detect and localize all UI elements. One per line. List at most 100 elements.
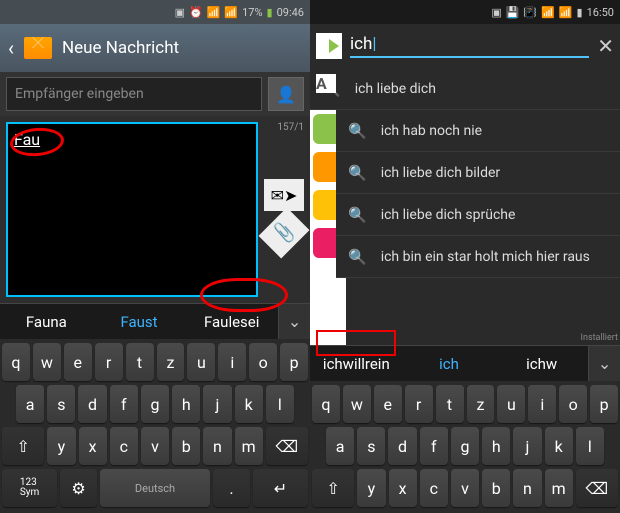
key-shift[interactable]: ⇧ — [2, 427, 44, 465]
key-q[interactable]: q — [2, 343, 30, 381]
key-d[interactable]: d — [78, 385, 106, 423]
suggestion-2[interactable]: Faust — [93, 313, 186, 331]
key-t[interactable]: t — [436, 385, 464, 423]
key-k[interactable]: k — [545, 427, 573, 465]
key-settings[interactable]: ⚙ — [60, 469, 97, 507]
app-header: ‹ Neue Nachricht — [0, 24, 310, 72]
key-v[interactable]: v — [451, 469, 479, 507]
search-result[interactable]: 🔍ich liebe dich — [310, 68, 620, 110]
battery-icon: ▮ — [577, 6, 583, 19]
key-row-1: qwertzuiop — [2, 343, 308, 381]
key-row-4: 123 Sym ⚙ Deutsch . ↵ — [2, 469, 308, 507]
result-text: ich bin ein star holt mich hier raus — [381, 249, 590, 265]
key-x[interactable]: x — [79, 427, 107, 465]
result-text: ich liebe dich sprüche — [381, 207, 516, 223]
key-c[interactable]: c — [110, 427, 138, 465]
key-u[interactable]: u — [497, 385, 525, 423]
key-m[interactable]: m — [545, 469, 573, 507]
send-button[interactable]: ✉➤ — [264, 179, 304, 211]
key-o[interactable]: o — [249, 343, 277, 381]
key-b[interactable]: b — [172, 427, 200, 465]
status-bar: ▣ ⏰ 📶 📶 17% ▮ 09:46 — [0, 0, 310, 24]
key-z[interactable]: z — [157, 343, 185, 381]
key-h[interactable]: h — [482, 427, 510, 465]
key-dot[interactable]: . — [213, 469, 250, 507]
key-g[interactable]: g — [451, 427, 479, 465]
suggestion-3[interactable]: Faulesei — [185, 313, 278, 331]
key-u[interactable]: u — [187, 343, 215, 381]
key-i[interactable]: i — [218, 343, 246, 381]
message-input[interactable]: Fau — [6, 122, 258, 297]
search-result[interactable]: 🔍ich hab noch nie — [336, 110, 620, 152]
key-g[interactable]: g — [141, 385, 169, 423]
key-w[interactable]: w — [33, 343, 61, 381]
message-text: Fau — [14, 130, 40, 149]
key-i[interactable]: i — [528, 385, 556, 423]
search-result[interactable]: 🔍ich liebe dich bilder — [336, 152, 620, 194]
char-count: 157/1 — [277, 122, 304, 133]
key-e[interactable]: e — [374, 385, 402, 423]
key-s[interactable]: s — [357, 427, 385, 465]
key-y[interactable]: y — [47, 427, 75, 465]
key-f[interactable]: f — [110, 385, 138, 423]
compose-area: Fau 157/1 ✉➤ 📎 — [0, 116, 310, 303]
key-t[interactable]: t — [126, 343, 154, 381]
key-n[interactable]: n — [203, 427, 231, 465]
key-e[interactable]: e — [64, 343, 92, 381]
key-s[interactable]: s — [47, 385, 75, 423]
recipient-input[interactable]: Empfänger eingeben — [6, 77, 262, 111]
key-space[interactable]: Deutsch — [100, 469, 210, 507]
key-f[interactable]: f — [420, 427, 448, 465]
search-result[interactable]: 🔍ich bin ein star holt mich hier raus — [336, 236, 620, 278]
suggestion-expand[interactable]: ⌄ — [278, 304, 310, 340]
key-r[interactable]: r — [95, 343, 123, 381]
key-r[interactable]: r — [405, 385, 433, 423]
suggestion-1[interactable]: ichwillrein — [310, 355, 403, 373]
key-shift[interactable]: ⇧ — [312, 469, 354, 507]
key-c[interactable]: c — [420, 469, 448, 507]
key-d[interactable]: d — [388, 427, 416, 465]
attach-button[interactable]: 📎 — [259, 208, 310, 259]
key-o[interactable]: o — [559, 385, 587, 423]
key-z[interactable]: z — [467, 385, 495, 423]
key-y[interactable]: y — [357, 469, 385, 507]
key-l[interactable]: l — [266, 385, 294, 423]
key-m[interactable]: m — [235, 427, 263, 465]
search-row: ich| ✕ — [310, 24, 620, 68]
key-x[interactable]: x — [389, 469, 417, 507]
page-title: Neue Nachricht — [62, 38, 179, 58]
search-result[interactable]: 🔍ich liebe dich sprüche — [336, 194, 620, 236]
key-backspace[interactable]: ⌫ — [576, 469, 618, 507]
key-sym[interactable]: 123 Sym — [2, 469, 57, 507]
suggestion-expand[interactable]: ⌄ — [588, 346, 620, 382]
key-row-2: asdfghjkl — [2, 385, 308, 423]
key-j[interactable]: j — [203, 385, 231, 423]
key-backspace[interactable]: ⌫ — [266, 427, 308, 465]
signal-icon: 📶 — [559, 6, 573, 19]
clock: 09:46 — [277, 6, 304, 19]
key-v[interactable]: v — [141, 427, 169, 465]
key-l[interactable]: l — [576, 427, 604, 465]
key-enter[interactable]: ↵ — [253, 469, 308, 507]
clear-search-button[interactable]: ✕ — [597, 34, 614, 58]
key-p[interactable]: p — [280, 343, 308, 381]
key-j[interactable]: j — [513, 427, 541, 465]
suggestion-3[interactable]: ichw — [495, 355, 588, 373]
search-icon: 🔍 — [348, 164, 367, 182]
key-a[interactable]: a — [16, 385, 44, 423]
suggestion-1[interactable]: Fauna — [0, 313, 93, 331]
key-p[interactable]: p — [590, 385, 618, 423]
key-row-3: ⇧yxcvbnm⌫ — [312, 469, 618, 507]
search-input[interactable]: ich| — [350, 34, 589, 58]
suggestion-2[interactable]: ich — [403, 355, 496, 373]
play-store-icon[interactable] — [316, 33, 342, 59]
key-h[interactable]: h — [172, 385, 200, 423]
back-icon[interactable]: ‹ — [8, 36, 14, 60]
key-w[interactable]: w — [343, 385, 371, 423]
key-k[interactable]: k — [235, 385, 263, 423]
key-n[interactable]: n — [513, 469, 541, 507]
key-a[interactable]: a — [326, 427, 354, 465]
key-q[interactable]: q — [312, 385, 340, 423]
key-b[interactable]: b — [482, 469, 510, 507]
add-contact-button[interactable]: 👤 — [268, 77, 304, 111]
